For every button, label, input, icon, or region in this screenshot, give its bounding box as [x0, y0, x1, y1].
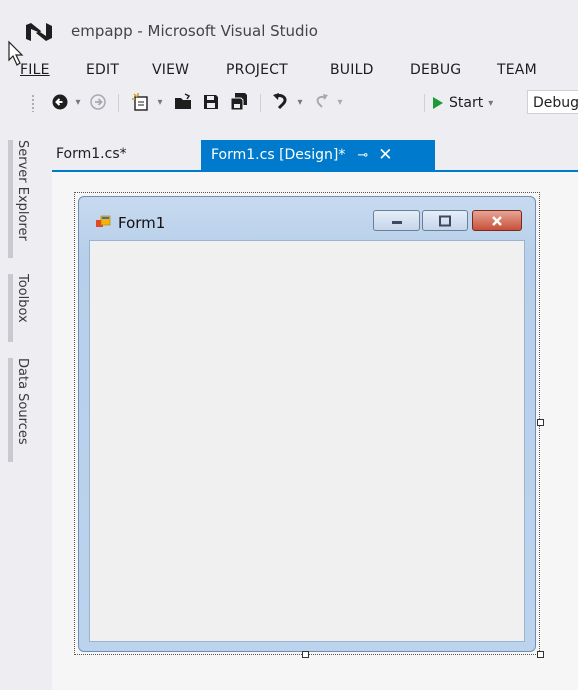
side-tab-server-explorer[interactable]: Server Explorer: [15, 140, 30, 241]
resize-handle-bottom[interactable]: [302, 651, 309, 658]
visual-studio-logo-icon: [26, 23, 52, 41]
minimize-icon: [391, 220, 402, 224]
minimize-button[interactable]: [373, 210, 420, 231]
menu-file[interactable]: FILE: [20, 62, 50, 78]
toolbar-separator: [260, 94, 261, 112]
resize-handle-bottom-right[interactable]: [537, 651, 544, 658]
side-tab-toolbox[interactable]: Toolbox: [15, 274, 30, 323]
back-dropdown-icon[interactable]: ▾: [72, 91, 84, 113]
open-file-icon[interactable]: [172, 91, 194, 113]
redo-dropdown-icon[interactable]: ▾: [334, 91, 346, 113]
toolbar-separator: [424, 94, 425, 112]
maximize-icon: [439, 215, 451, 226]
side-tab-data-sources[interactable]: Data Sources: [15, 358, 30, 445]
start-button[interactable]: Start ▾: [432, 93, 493, 113]
menu-view[interactable]: VIEW: [152, 62, 189, 78]
start-dropdown-icon[interactable]: ▾: [488, 98, 493, 109]
menu-debug[interactable]: DEBUG: [410, 62, 461, 78]
forward-icon[interactable]: [88, 91, 108, 113]
new-project-icon[interactable]: [130, 91, 152, 113]
toolbar-separator: [118, 94, 119, 112]
menu-file-label: FILE: [20, 62, 50, 78]
side-tab-indicator: [8, 358, 13, 462]
tab-label: Form1.cs [Design]*: [211, 147, 346, 163]
pin-icon[interactable]: ⊸: [357, 148, 368, 163]
close-button[interactable]: [472, 210, 522, 231]
side-tab-indicator: [8, 274, 13, 342]
back-icon[interactable]: [50, 91, 70, 113]
save-all-icon[interactable]: [228, 91, 250, 113]
form-title: Form1: [118, 214, 166, 232]
undo-dropdown-icon[interactable]: ▾: [294, 91, 306, 113]
solution-configuration-select[interactable]: Debug: [527, 90, 578, 114]
save-icon[interactable]: [200, 91, 222, 113]
menu-project[interactable]: PROJECT: [226, 62, 288, 78]
side-panel-strip: Server Explorer Toolbox Data Sources: [0, 140, 34, 690]
form-icon: [96, 215, 111, 227]
side-tab-indicator: [8, 140, 13, 258]
tab-form1-design[interactable]: Form1.cs [Design]* ⊸ ✕: [201, 140, 435, 170]
menu-bar: FILE EDIT VIEW PROJECT BUILD DEBUG TEAM: [0, 56, 578, 84]
redo-icon[interactable]: [310, 91, 332, 113]
maximize-button[interactable]: [422, 210, 468, 231]
window-title: empapp - Microsoft Visual Studio: [71, 22, 318, 40]
start-icon: [433, 97, 443, 109]
menu-edit[interactable]: EDIT: [86, 62, 119, 78]
tab-form1-cs[interactable]: Form1.cs*: [56, 144, 127, 170]
resize-handle-right[interactable]: [537, 419, 544, 426]
form-client-area[interactable]: [89, 240, 525, 642]
close-tab-icon[interactable]: ✕: [378, 146, 392, 164]
toolbar-grip[interactable]: [31, 94, 35, 112]
new-dropdown-icon[interactable]: ▾: [154, 91, 166, 113]
close-icon: [492, 215, 502, 226]
undo-icon[interactable]: [270, 91, 292, 113]
menu-build[interactable]: BUILD: [330, 62, 374, 78]
menu-team[interactable]: TEAM: [497, 62, 537, 78]
start-label: Start: [449, 95, 484, 111]
